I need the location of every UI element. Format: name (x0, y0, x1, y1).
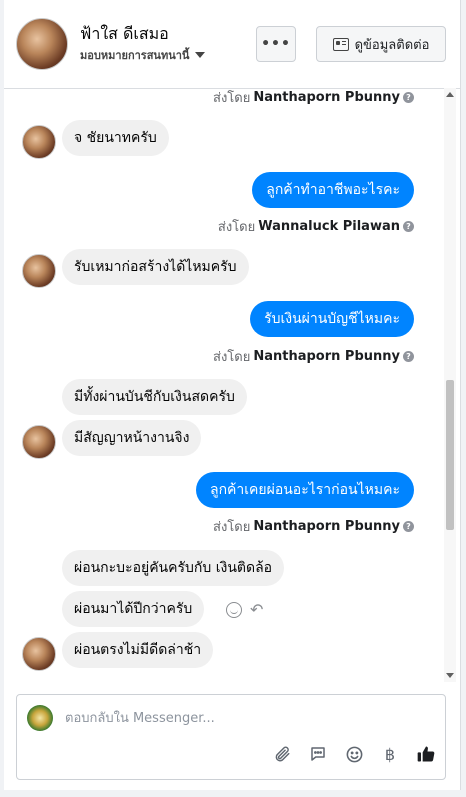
contact-avatar-small (22, 254, 56, 288)
reply-input[interactable] (65, 708, 425, 728)
incoming-message[interactable]: รับเหมาก่อสร้างได้ไหมครับ (62, 249, 249, 285)
more-options-button[interactable]: ••• (256, 26, 296, 62)
sender-note-prefix: ส่งโดย (213, 91, 251, 106)
contact-avatar[interactable] (16, 18, 68, 70)
sender-note-prefix: ส่งโดย (213, 520, 251, 535)
contact-card-icon (332, 37, 349, 51)
reply-arrow-icon[interactable]: ↶ (250, 600, 263, 619)
sender-note-prefix: ส่งโดย (213, 350, 251, 365)
sender-note: ส่งโดย Nanthaporn Pbunny ? (213, 346, 414, 367)
scroll-up-arrow-icon[interactable] (446, 92, 454, 97)
incoming-message[interactable]: ผ่อนมาได้ปีกว่าครับ (62, 591, 205, 627)
thumbs-up-icon[interactable] (415, 743, 437, 765)
scroll-thumb[interactable] (446, 380, 454, 530)
contact-avatar-small (22, 125, 56, 159)
baht-icon[interactable]: ฿ (379, 743, 401, 765)
smiley-icon[interactable] (343, 743, 365, 765)
conversation-header: ฟ้าใส ดีเสมอ มอบหมายการสนทนานี้ ••• ดูข้… (4, 0, 460, 89)
incoming-message[interactable]: จ ชัยนาทครับ (62, 120, 169, 156)
conversation-panel: ฟ้าใส ดีเสมอ มอบหมายการสนทนานี้ ••• ดูข้… (4, 0, 461, 790)
help-icon[interactable]: ? (403, 221, 414, 232)
react-smiley-icon[interactable] (226, 601, 242, 618)
chat-bubble-icon[interactable] (307, 743, 329, 765)
assign-label: มอบหมายการสนทนานี้ (80, 49, 190, 62)
sender-name: Wannaluck Pilawan (258, 219, 400, 234)
view-contact-label: ดูข้อมูลติดต่อ (354, 37, 430, 53)
sender-name: Nanthaporn Pbunny (253, 90, 400, 105)
contact-avatar-small (22, 425, 56, 459)
outgoing-message[interactable]: ลูกค้าทำอาชีพอะไรคะ (252, 172, 414, 208)
sender-note-prefix: ส่งโดย (217, 220, 256, 235)
sender-name: Nanthaporn Pbunny (253, 349, 400, 364)
help-icon[interactable]: ? (403, 92, 414, 103)
message-actions: ↶ (226, 600, 263, 619)
assign-conversation-dropdown[interactable]: มอบหมายการสนทนานี้ (80, 46, 206, 64)
view-contact-button[interactable]: ดูข้อมูลติดต่อ (316, 26, 446, 62)
chevron-down-icon (195, 52, 206, 58)
contact-name[interactable]: ฟ้าใส ดีเสมอ (80, 22, 169, 47)
help-icon[interactable]: ? (403, 521, 414, 532)
sender-name: Nanthaporn Pbunny (253, 519, 400, 534)
sender-note: ส่งโดย Nanthaporn Pbunny ? (213, 88, 414, 108)
scroll-down-arrow-icon[interactable] (446, 673, 454, 678)
contact-avatar-small (22, 637, 56, 671)
message-scrollbar[interactable] (444, 88, 456, 682)
message-list[interactable]: ส่งโดย Nanthaporn Pbunny ? จ ชัยนาทครับ … (4, 88, 460, 682)
outgoing-message[interactable]: ลูกค้าเคยผ่อนอะไราก่อนไหมคะ (195, 472, 414, 508)
reply-composer: ฿ (16, 694, 446, 780)
page-avatar (27, 705, 53, 731)
sender-note: ส่งโดย Wannaluck Pilawan ? (218, 216, 414, 237)
incoming-message[interactable]: มีสัญญาหน้างานจิง (62, 420, 202, 456)
incoming-message[interactable]: ผ่อนตรงไม่มีดีดล่าช้า (62, 632, 214, 668)
incoming-message[interactable]: ผ่อนกะบะอยู่คันครับกับ เงินติดล้อ (62, 550, 285, 586)
incoming-message[interactable]: มีทั้งผ่านบันชีกับเงินสดครับ (62, 379, 247, 415)
help-icon[interactable]: ? (403, 351, 414, 362)
outgoing-message[interactable]: รับเงินผ่านบัญชีไหมคะ (250, 301, 414, 337)
sender-note: ส่งโดย Nanthaporn Pbunny ? (213, 516, 414, 537)
paperclip-icon[interactable] (271, 743, 293, 765)
